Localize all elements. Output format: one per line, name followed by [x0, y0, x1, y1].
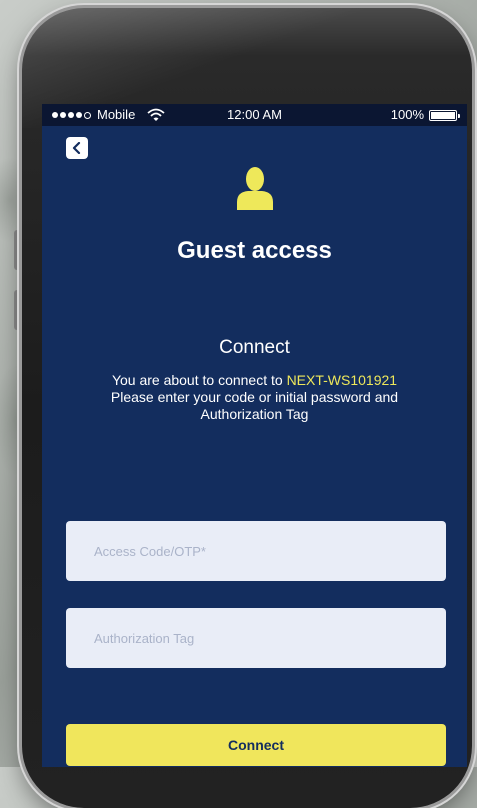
battery-percent: 100%: [390, 107, 424, 122]
battery-area: 100%: [390, 104, 460, 126]
connect-line3: Authorization Tag: [200, 406, 309, 422]
status-bar: Mobile 12:00 AM 100%: [42, 104, 467, 126]
chevron-left-icon: [72, 142, 81, 154]
app-screen: Mobile 12:00 AM 100% Guest access Connec…: [42, 104, 467, 767]
network-name: NEXT-WS101921: [286, 372, 398, 388]
page-title: Guest access: [177, 237, 332, 264]
connect-prefix: You are about to connect to: [111, 372, 287, 388]
back-button[interactable]: [66, 137, 88, 159]
authorization-tag-input[interactable]: [66, 608, 446, 668]
phone-side-button: [14, 290, 22, 330]
phone-side-button: [14, 230, 22, 270]
connect-description: You are about to connect to NEXT-WS10192…: [62, 372, 447, 423]
access-code-input[interactable]: [66, 521, 446, 581]
connect-button[interactable]: Connect: [66, 724, 446, 766]
connect-heading: Connect: [219, 337, 290, 358]
user-silhouette-icon: [237, 167, 273, 210]
connect-line2: Please enter your code or initial passwo…: [110, 389, 399, 405]
battery-fill: [431, 111, 455, 119]
battery-icon: [429, 109, 460, 121]
